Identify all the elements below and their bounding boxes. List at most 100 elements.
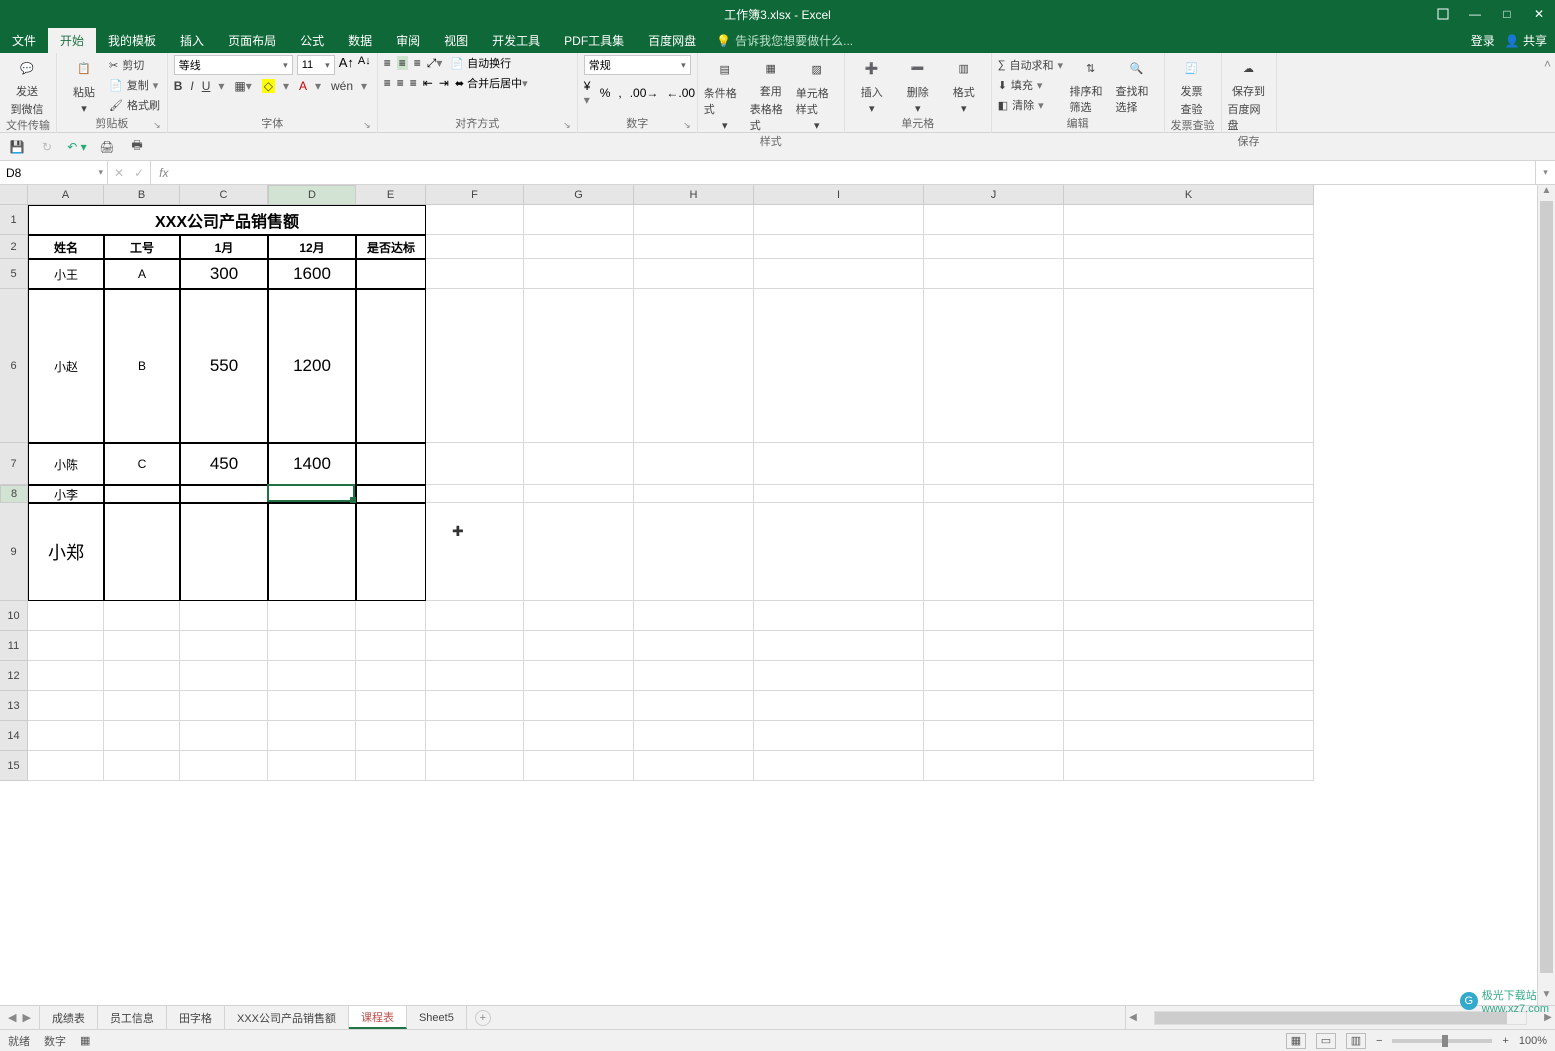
- name-box[interactable]: D8▾: [0, 161, 108, 184]
- number-launcher[interactable]: ↘: [683, 120, 691, 131]
- cell-E15[interactable]: [356, 751, 426, 781]
- sheet-tab-3[interactable]: XXX公司产品销售额: [225, 1006, 349, 1029]
- row-header-13[interactable]: 13: [0, 691, 28, 721]
- cell-J10[interactable]: [924, 601, 1064, 631]
- cell-H11[interactable]: [634, 631, 754, 661]
- delete-cells-button[interactable]: ➖删除▾: [897, 56, 939, 115]
- cell-F7[interactable]: [426, 443, 524, 485]
- cell-K1[interactable]: [1064, 205, 1314, 235]
- cell-F5[interactable]: [426, 259, 524, 289]
- cell-A14[interactable]: [28, 721, 104, 751]
- enter-formula-button[interactable]: ✓: [134, 166, 144, 180]
- cell-A11[interactable]: [28, 631, 104, 661]
- fill-color-button[interactable]: ◇: [262, 79, 275, 93]
- cell-A1[interactable]: XXX公司产品销售额: [28, 205, 426, 235]
- row-header-6[interactable]: 6: [0, 289, 28, 443]
- cell-I1[interactable]: [754, 205, 924, 235]
- cell-D9[interactable]: [268, 503, 356, 601]
- cell-C8[interactable]: [180, 485, 268, 503]
- cell-B14[interactable]: [104, 721, 180, 751]
- sheet-tab-2[interactable]: 田字格: [167, 1006, 225, 1029]
- cell-I12[interactable]: [754, 661, 924, 691]
- cell-K8[interactable]: [1064, 485, 1314, 503]
- align-top-button[interactable]: ≡: [384, 56, 391, 70]
- cell-H5[interactable]: [634, 259, 754, 289]
- cell-F6[interactable]: [426, 289, 524, 443]
- tab-insert[interactable]: 插入: [168, 28, 216, 53]
- cell-E5[interactable]: [356, 259, 426, 289]
- format-cells-button[interactable]: ▥格式▾: [943, 56, 985, 115]
- cell-A15[interactable]: [28, 751, 104, 781]
- cell-I2[interactable]: [754, 235, 924, 259]
- align-center-button[interactable]: ≡: [397, 76, 404, 90]
- align-left-button[interactable]: ≡: [384, 76, 391, 90]
- cell-B6[interactable]: B: [104, 289, 180, 443]
- column-header-D[interactable]: D: [268, 185, 356, 205]
- cell-J14[interactable]: [924, 721, 1064, 751]
- cell-B8[interactable]: [104, 485, 180, 503]
- cell-G10[interactable]: [524, 601, 634, 631]
- cell-K14[interactable]: [1064, 721, 1314, 751]
- cell-K10[interactable]: [1064, 601, 1314, 631]
- format-painter-button[interactable]: 🖌格式刷: [109, 96, 161, 114]
- tab-pdf-tools[interactable]: PDF工具集: [552, 28, 636, 53]
- save-to-netdisk-button[interactable]: ☁保存到百度网盘: [1228, 55, 1270, 133]
- align-right-button[interactable]: ≡: [410, 76, 417, 90]
- font-launcher[interactable]: ↘: [363, 120, 371, 131]
- column-header-A[interactable]: A: [28, 185, 104, 205]
- cell-A7[interactable]: 小陈: [28, 443, 104, 485]
- cell-A9[interactable]: 小郑: [28, 503, 104, 601]
- tab-view[interactable]: 视图: [432, 28, 480, 53]
- fill-button[interactable]: ⬇填充▾: [998, 76, 1066, 94]
- bold-button[interactable]: B: [174, 79, 183, 93]
- cell-I11[interactable]: [754, 631, 924, 661]
- tab-baidu-netdisk[interactable]: 百度网盘: [636, 28, 708, 53]
- align-middle-button[interactable]: ≡: [397, 56, 408, 70]
- cell-B5[interactable]: A: [104, 259, 180, 289]
- sort-filter-button[interactable]: ⇅排序和筛选: [1070, 55, 1112, 115]
- cancel-formula-button[interactable]: ✕: [114, 166, 124, 180]
- cell-H1[interactable]: [634, 205, 754, 235]
- select-all-corner[interactable]: [0, 185, 28, 205]
- cell-E8[interactable]: [356, 485, 426, 503]
- expand-formula-bar-button[interactable]: ▾: [1535, 161, 1555, 184]
- sheet-tab-0[interactable]: 成绩表: [40, 1006, 98, 1029]
- row-header-1[interactable]: 1: [0, 205, 28, 235]
- decrease-font-button[interactable]: A↓: [358, 55, 371, 75]
- cell-F2[interactable]: [426, 235, 524, 259]
- format-as-table-button[interactable]: ▦套用表格格式: [750, 55, 792, 133]
- cell-I6[interactable]: [754, 289, 924, 443]
- alignment-launcher[interactable]: ↘: [563, 120, 571, 131]
- cell-E10[interactable]: [356, 601, 426, 631]
- cell-C9[interactable]: [180, 503, 268, 601]
- cell-I14[interactable]: [754, 721, 924, 751]
- cell-K9[interactable]: [1064, 503, 1314, 601]
- cell-C12[interactable]: [180, 661, 268, 691]
- paste-button[interactable]: 📋 粘贴▾: [63, 56, 105, 115]
- column-header-I[interactable]: I: [754, 185, 924, 205]
- tell-me[interactable]: 💡 告诉我您想要做什么...: [716, 28, 853, 53]
- cell-A6[interactable]: 小赵: [28, 289, 104, 443]
- cell-D15[interactable]: [268, 751, 356, 781]
- tab-my-templates[interactable]: 我的模板: [96, 28, 168, 53]
- cell-F14[interactable]: [426, 721, 524, 751]
- font-color-button[interactable]: A: [299, 79, 307, 93]
- save-button[interactable]: 💾: [6, 136, 28, 158]
- sheet-tab-4[interactable]: 课程表: [349, 1006, 407, 1029]
- row-header-15[interactable]: 15: [0, 751, 28, 781]
- cell-F9[interactable]: [426, 503, 524, 601]
- cell-J5[interactable]: [924, 259, 1064, 289]
- cell-B7[interactable]: C: [104, 443, 180, 485]
- vertical-scrollbar[interactable]: ▲▼: [1537, 185, 1555, 1005]
- cell-F1[interactable]: [426, 205, 524, 235]
- increase-font-button[interactable]: A↑: [339, 55, 354, 75]
- column-header-G[interactable]: G: [524, 185, 634, 205]
- column-header-C[interactable]: C: [180, 185, 268, 205]
- orientation-button[interactable]: ⤢▾: [427, 56, 445, 71]
- row-header-5[interactable]: 5: [0, 259, 28, 289]
- cell-G11[interactable]: [524, 631, 634, 661]
- login-link[interactable]: 登录: [1471, 32, 1495, 49]
- cell-G5[interactable]: [524, 259, 634, 289]
- column-header-E[interactable]: E: [356, 185, 426, 205]
- cell-A10[interactable]: [28, 601, 104, 631]
